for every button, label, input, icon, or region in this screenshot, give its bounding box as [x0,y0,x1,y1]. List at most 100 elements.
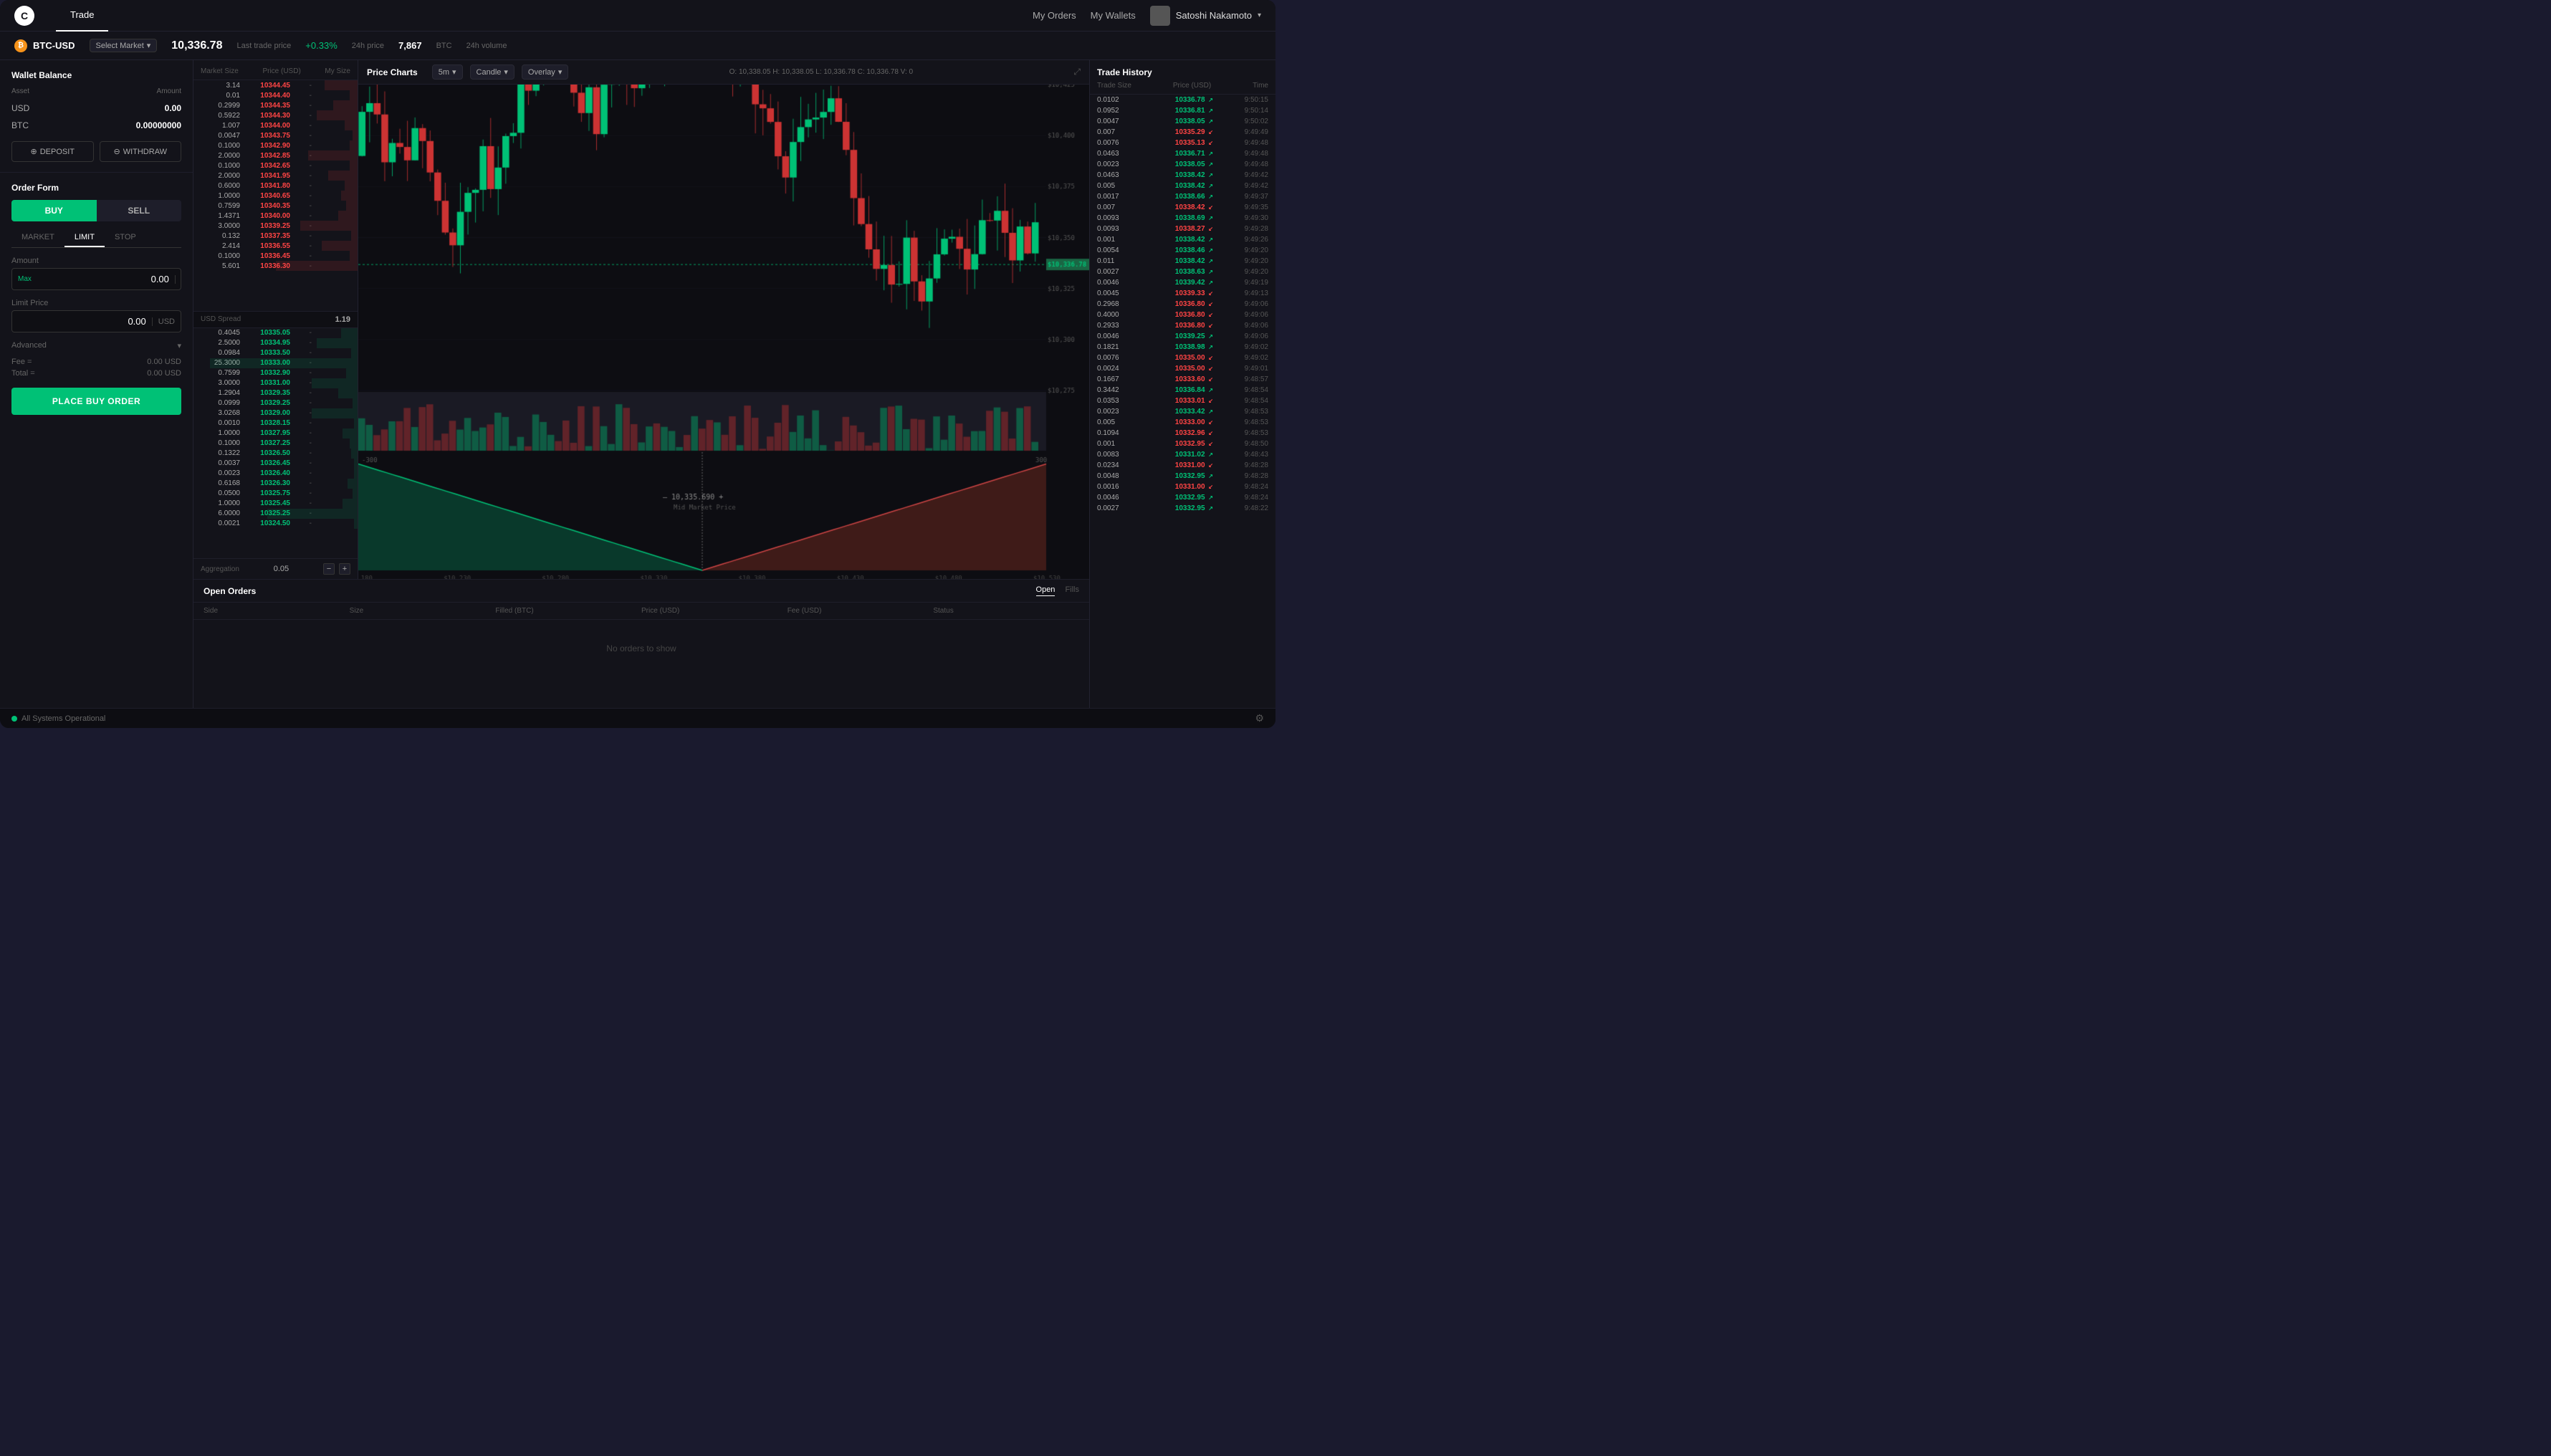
trade-history-row[interactable]: 0.2968 10336.80 ↙ 9:49:06 [1090,299,1276,310]
advanced-toggle[interactable]: Advanced ▾ [11,341,181,350]
trade-history-row[interactable]: 0.0048 10332.95 ↗ 9:48:28 [1090,471,1276,482]
aggregation-plus-button[interactable]: + [339,563,350,575]
trade-history-row[interactable]: 0.1667 10333.60 ↙ 9:48:57 [1090,374,1276,385]
trade-history-row[interactable]: 0.0027 10332.95 ↗ 9:48:22 [1090,503,1276,514]
trade-history-row[interactable]: 0.011 10338.42 ↗ 9:49:20 [1090,256,1276,267]
ask-row[interactable]: 1.0000 10340.65 - [193,191,358,201]
bid-row[interactable]: 0.0037 10326.45 - [193,459,358,469]
trade-history-row[interactable]: 0.4000 10336.80 ↙ 9:49:06 [1090,310,1276,320]
ask-row[interactable]: 0.1000 10342.90 - [193,140,358,150]
trade-history-row[interactable]: 0.005 10338.42 ↗ 9:49:42 [1090,181,1276,191]
ask-row[interactable]: 0.0047 10343.75 - [193,130,358,140]
bid-row[interactable]: 0.4045 10335.05 - [193,328,358,338]
bid-row[interactable]: 3.0000 10331.00 - [193,378,358,388]
trade-history-row[interactable]: 0.0076 10335.13 ↙ 9:49:48 [1090,138,1276,148]
trade-history-row[interactable]: 0.1821 10338.98 ↗ 9:49:02 [1090,342,1276,353]
bid-row[interactable]: 2.5000 10334.95 - [193,338,358,348]
settings-icon[interactable]: ⚙ [1255,712,1264,724]
open-tab[interactable]: Open [1036,585,1056,596]
bid-row[interactable]: 0.0023 10326.40 - [193,469,358,479]
ask-row[interactable]: 2.0000 10341.95 - [193,171,358,181]
trade-history-row[interactable]: 0.0046 10339.42 ↗ 9:49:19 [1090,277,1276,288]
ask-row[interactable]: 2.414 10336.55 - [193,241,358,251]
bid-row[interactable]: 25.3000 10333.00 - [193,358,358,368]
trade-history-row[interactable]: 0.0023 10333.42 ↗ 9:48:53 [1090,406,1276,417]
bid-row[interactable]: 0.1322 10326.50 - [193,449,358,459]
trade-history-row[interactable]: 0.0027 10338.63 ↗ 9:49:20 [1090,267,1276,277]
trade-history-row[interactable]: 0.001 10338.42 ↗ 9:49:26 [1090,234,1276,245]
ask-row[interactable]: 0.2999 10344.35 - [193,100,358,110]
trade-history-row[interactable]: 0.007 10335.29 ↙ 9:49:49 [1090,127,1276,138]
bid-row[interactable]: 1.0000 10325.45 - [193,499,358,509]
trade-history-row[interactable]: 0.1094 10332.96 ↙ 9:48:53 [1090,428,1276,439]
trade-history-row[interactable]: 0.0102 10336.78 ↗ 9:50:15 [1090,95,1276,105]
ask-row[interactable]: 0.7599 10340.35 - [193,201,358,211]
trade-history-row[interactable]: 0.0463 10336.71 ↗ 9:49:48 [1090,148,1276,159]
bid-row[interactable]: 6.0000 10325.25 - [193,509,358,519]
bid-row[interactable]: 1.2904 10329.35 - [193,388,358,398]
ask-row[interactable]: 0.1000 10342.65 - [193,161,358,171]
amount-input[interactable] [37,269,175,289]
deposit-button[interactable]: ⊕ DEPOSIT [11,141,94,162]
trade-history-row[interactable]: 0.0017 10338.66 ↗ 9:49:37 [1090,191,1276,202]
chart-type-selector[interactable]: Candle ▾ [470,64,514,80]
limit-price-input[interactable] [12,311,152,332]
trade-history-row[interactable]: 0.001 10332.95 ↙ 9:48:50 [1090,439,1276,449]
bid-row[interactable]: 0.6168 10326.30 - [193,479,358,489]
ask-row[interactable]: 1.007 10344.00 - [193,120,358,130]
bid-row[interactable]: 0.0984 10333.50 - [193,348,358,358]
bid-row[interactable]: 0.0010 10328.15 - [193,418,358,428]
bid-row[interactable]: 3.0268 10329.00 - [193,408,358,418]
market-tab[interactable]: MARKET [11,229,64,247]
trade-history-row[interactable]: 0.0045 10339.33 ↙ 9:49:13 [1090,288,1276,299]
fills-tab[interactable]: Fills [1065,585,1079,596]
overlay-selector[interactable]: Overlay ▾ [522,64,568,80]
trade-history-row[interactable]: 0.0463 10338.42 ↗ 9:49:42 [1090,170,1276,181]
bid-row[interactable]: 0.7599 10332.90 - [193,368,358,378]
ask-row[interactable]: 0.1000 10336.45 - [193,251,358,261]
trade-history-row[interactable]: 0.0016 10331.00 ↙ 9:48:24 [1090,482,1276,492]
trade-history-row[interactable]: 0.0083 10331.02 ↗ 9:48:43 [1090,449,1276,460]
withdraw-button[interactable]: ⊖ WITHDRAW [100,141,182,162]
ask-row[interactable]: 0.01 10344.40 - [193,90,358,100]
trade-history-row[interactable]: 0.0093 10338.27 ↙ 9:49:28 [1090,224,1276,234]
trade-history-row[interactable]: 0.0353 10333.01 ↙ 9:48:54 [1090,396,1276,406]
expand-icon[interactable]: ⤢ [1073,67,1081,77]
trade-history-row[interactable]: 0.2933 10336.80 ↙ 9:49:06 [1090,320,1276,331]
buy-tab[interactable]: BUY [11,200,97,221]
ask-row[interactable]: 5.601 10336.30 - [193,261,358,271]
trade-history-row[interactable]: 0.0234 10331.00 ↙ 9:48:28 [1090,460,1276,471]
trade-history-row[interactable]: 0.0047 10338.05 ↗ 9:50:02 [1090,116,1276,127]
trade-history-row[interactable]: 0.005 10333.00 ↙ 9:48:53 [1090,417,1276,428]
ask-row[interactable]: 1.4371 10340.00 - [193,211,358,221]
trade-history-row[interactable]: 0.0046 10332.95 ↗ 9:48:24 [1090,492,1276,503]
trade-history-row[interactable]: 0.0952 10336.81 ↗ 9:50:14 [1090,105,1276,116]
bid-row[interactable]: 0.0999 10329.25 - [193,398,358,408]
ask-row[interactable]: 3.0000 10339.25 - [193,221,358,231]
limit-tab[interactable]: LIMIT [64,229,105,247]
aggregation-minus-button[interactable]: − [323,563,335,575]
nav-tab-trade[interactable]: Trade [56,0,108,32]
user-area[interactable]: Satoshi Nakamoto ▾ [1150,6,1261,26]
timeframe-selector[interactable]: 5m ▾ [432,64,463,80]
trade-history-row[interactable]: 0.0093 10338.69 ↗ 9:49:30 [1090,213,1276,224]
ask-row[interactable]: 3.14 10344.45 - [193,80,358,90]
trade-history-row[interactable]: 0.0046 10339.25 ↗ 9:49:06 [1090,331,1276,342]
trade-history-row[interactable]: 0.0023 10338.05 ↗ 9:49:48 [1090,159,1276,170]
trade-history-row[interactable]: 0.0076 10335.00 ↙ 9:49:02 [1090,353,1276,363]
my-orders-link[interactable]: My Orders [1033,10,1076,21]
trade-history-row[interactable]: 0.3442 10336.84 ↗ 9:48:54 [1090,385,1276,396]
trade-history-row[interactable]: 0.007 10338.42 ↙ 9:49:35 [1090,202,1276,213]
bid-row[interactable]: 0.0500 10325.75 - [193,489,358,499]
bid-row[interactable]: 0.1000 10327.25 - [193,439,358,449]
trade-history-row[interactable]: 0.0024 10335.00 ↙ 9:49:01 [1090,363,1276,374]
ask-row[interactable]: 0.5922 10344.30 - [193,110,358,120]
ask-row[interactable]: 0.6000 10341.80 - [193,181,358,191]
select-market-dropdown[interactable]: Select Market ▾ [90,39,158,52]
ask-row[interactable]: 2.0000 10342.85 - [193,150,358,161]
my-wallets-link[interactable]: My Wallets [1091,10,1136,21]
ask-row[interactable]: 0.132 10337.35 - [193,231,358,241]
trade-history-row[interactable]: 0.0054 10338.46 ↗ 9:49:20 [1090,245,1276,256]
max-button[interactable]: Max [12,275,37,283]
place-order-button[interactable]: PLACE BUY ORDER [11,388,181,415]
